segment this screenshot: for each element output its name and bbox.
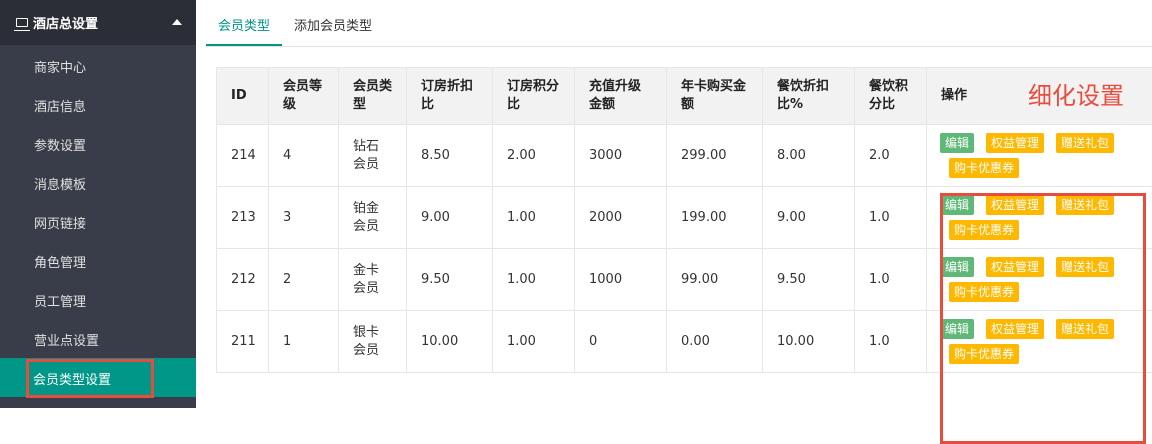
column-header: ID xyxy=(217,68,269,125)
table-cell: 10.00 xyxy=(763,311,855,373)
table-cell: 4 xyxy=(269,125,339,187)
tab-member-types[interactable]: 会员类型 xyxy=(206,1,282,46)
table-cell: 99.00 xyxy=(667,249,763,311)
table-cell: 211 xyxy=(217,311,269,373)
sidebar-item-web-links[interactable]: 网页链接 xyxy=(0,203,196,242)
sidebar-item-params[interactable]: 参数设置 xyxy=(0,125,196,164)
table-cell: 1.00 xyxy=(493,311,575,373)
action-buttons: 编辑权益管理赠送礼包购卡优惠券 xyxy=(937,195,1130,240)
edit-button[interactable]: 编辑 xyxy=(940,195,974,215)
table-cell: 8.00 xyxy=(763,125,855,187)
card-coupon-button[interactable]: 购卡优惠券 xyxy=(949,158,1019,178)
column-header: 餐饮折扣比% xyxy=(763,68,855,125)
column-header: 会员类型 xyxy=(339,68,407,125)
action-buttons: 编辑权益管理赠送礼包购卡优惠券 xyxy=(937,319,1130,364)
table-cell: 钻石会员 xyxy=(339,125,407,187)
card-coupon-button[interactable]: 购卡优惠券 xyxy=(949,220,1019,240)
rights-management-button[interactable]: 权益管理 xyxy=(986,195,1044,215)
monitor-icon xyxy=(16,18,28,27)
column-header: 餐饮积分比 xyxy=(855,68,927,125)
table-header-row: ID 会员等级 会员类型 订房折扣比 订房积分比 充值升级金额 年卡购买金额 餐… xyxy=(217,68,1152,125)
table-cell: 3 xyxy=(269,187,339,249)
table-cell: 铂金会员 xyxy=(339,187,407,249)
table-cell: 1.0 xyxy=(855,187,927,249)
table-cell: 1.00 xyxy=(493,187,575,249)
table-row: 2111银卡会员10.001.0000.0010.001.0编辑权益管理赠送礼包… xyxy=(217,311,1152,373)
table-cell: 2 xyxy=(269,249,339,311)
table-cell: 1 xyxy=(269,311,339,373)
table-cell: 9.50 xyxy=(763,249,855,311)
sidebar: 酒店总设置 商家中心 酒店信息 参数设置 消息模板 网页链接 角色管理 员工管理… xyxy=(0,0,196,408)
column-header: 订房积分比 xyxy=(493,68,575,125)
edit-button[interactable]: 编辑 xyxy=(940,133,974,153)
table-row: 2144钻石会员8.502.003000299.008.002.0编辑权益管理赠… xyxy=(217,125,1152,187)
card-coupon-button[interactable]: 购卡优惠券 xyxy=(949,282,1019,302)
column-header: 充值升级金额 xyxy=(575,68,667,125)
table-cell: 3000 xyxy=(575,125,667,187)
gift-package-button[interactable]: 赠送礼包 xyxy=(1056,257,1114,277)
column-header: 年卡购买金额 xyxy=(667,68,763,125)
table-row: 2133铂金会员9.001.002000199.009.001.0编辑权益管理赠… xyxy=(217,187,1152,249)
rights-management-button[interactable]: 权益管理 xyxy=(986,319,1044,339)
table-cell: 199.00 xyxy=(667,187,763,249)
table-cell: 1.0 xyxy=(855,249,927,311)
table-cell: 2.0 xyxy=(855,125,927,187)
column-header: 订房折扣比 xyxy=(407,68,493,125)
table-cell: 8.50 xyxy=(407,125,493,187)
sidebar-item-member-types[interactable]: 会员类型设置 xyxy=(26,359,154,398)
caret-up-icon xyxy=(172,19,182,25)
rights-management-button[interactable]: 权益管理 xyxy=(986,133,1044,153)
table-cell: 213 xyxy=(217,187,269,249)
table-cell: 银卡会员 xyxy=(339,311,407,373)
gift-package-button[interactable]: 赠送礼包 xyxy=(1056,133,1114,153)
table-cell: 0.00 xyxy=(667,311,763,373)
table-cell: 1000 xyxy=(575,249,667,311)
actions-cell: 编辑权益管理赠送礼包购卡优惠券 xyxy=(927,249,1152,311)
card-coupon-button[interactable]: 购卡优惠券 xyxy=(949,344,1019,364)
sidebar-item-staff[interactable]: 员工管理 xyxy=(0,281,196,320)
table-row: 2122金卡会员9.501.00100099.009.501.0编辑权益管理赠送… xyxy=(217,249,1152,311)
edit-button[interactable]: 编辑 xyxy=(940,257,974,277)
rights-management-button[interactable]: 权益管理 xyxy=(986,257,1044,277)
column-header: 操作 xyxy=(941,88,967,103)
gift-package-button[interactable]: 赠送礼包 xyxy=(1056,195,1114,215)
main-content: 会员类型 添加会员类型 ID 会员等级 会员类型 订房折扣比 订房积分比 充值升… xyxy=(206,0,1152,408)
tab-add-member-type[interactable]: 添加会员类型 xyxy=(282,1,384,46)
actions-cell: 编辑权益管理赠送礼包购卡优惠券 xyxy=(927,311,1152,373)
tab-bar: 会员类型 添加会员类型 xyxy=(206,0,1152,47)
table-cell: 9.00 xyxy=(407,187,493,249)
sidebar-item-message-template[interactable]: 消息模板 xyxy=(0,164,196,203)
table-cell: 299.00 xyxy=(667,125,763,187)
gift-package-button[interactable]: 赠送礼包 xyxy=(1056,319,1114,339)
sidebar-item-merchant-center[interactable]: 商家中心 xyxy=(0,47,196,86)
table-cell: 0 xyxy=(575,311,667,373)
actions-cell: 编辑权益管理赠送礼包购卡优惠券 xyxy=(927,125,1152,187)
edit-button[interactable]: 编辑 xyxy=(940,319,974,339)
table-cell: 1.0 xyxy=(855,311,927,373)
action-buttons: 编辑权益管理赠送礼包购卡优惠券 xyxy=(937,257,1130,302)
sidebar-item-business-points[interactable]: 营业点设置 xyxy=(0,320,196,359)
action-buttons: 编辑权益管理赠送礼包购卡优惠券 xyxy=(937,133,1130,178)
sidebar-item-hotel-info[interactable]: 酒店信息 xyxy=(0,86,196,125)
table-cell: 1.00 xyxy=(493,249,575,311)
sidebar-item-roles[interactable]: 角色管理 xyxy=(0,242,196,281)
table-cell: 212 xyxy=(217,249,269,311)
table-cell: 214 xyxy=(217,125,269,187)
annotation-label: 细化设置 xyxy=(1028,87,1124,105)
actions-cell: 编辑权益管理赠送礼包购卡优惠券 xyxy=(927,187,1152,249)
member-type-table-wrapper: ID 会员等级 会员类型 订房折扣比 订房积分比 充值升级金额 年卡购买金额 餐… xyxy=(216,67,1152,373)
member-type-table: ID 会员等级 会员类型 订房折扣比 订房积分比 充值升级金额 年卡购买金额 餐… xyxy=(216,67,1152,373)
table-cell: 金卡会员 xyxy=(339,249,407,311)
sidebar-section-header[interactable]: 酒店总设置 xyxy=(0,0,196,45)
table-cell: 10.00 xyxy=(407,311,493,373)
column-header: 会员等级 xyxy=(269,68,339,125)
table-cell: 2000 xyxy=(575,187,667,249)
table-cell: 9.50 xyxy=(407,249,493,311)
sidebar-section-title: 酒店总设置 xyxy=(33,13,98,32)
column-header-actions: 操作 细化设置 xyxy=(927,68,1152,125)
table-cell: 2.00 xyxy=(493,125,575,187)
table-cell: 9.00 xyxy=(763,187,855,249)
